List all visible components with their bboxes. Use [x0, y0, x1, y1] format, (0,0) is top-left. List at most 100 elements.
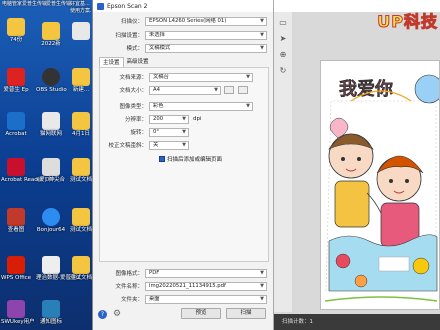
settings-label: 扫描设置： — [115, 33, 143, 39]
desktop-icon[interactable]: 2022新 — [36, 22, 66, 48]
desktop-icon[interactable]: 通知图标 — [36, 300, 66, 326]
folder-icon — [72, 256, 90, 274]
desktop-icon-label: WPS Office — [1, 275, 32, 281]
tab-main[interactable]: 主设置 — [99, 57, 124, 67]
desktop-icon-label: 理治数据-爱普生2 — [36, 275, 80, 281]
desktop-icon-label: OBS Studio — [36, 87, 67, 93]
app-icon — [72, 22, 90, 40]
app-icon — [7, 300, 25, 318]
rotate-value: 0° — [153, 128, 160, 135]
chevron-down-icon: ▼ — [260, 269, 264, 276]
top-label: 电脑管家 — [2, 1, 23, 7]
desktop-icon[interactable]: 猫网联网 — [36, 112, 66, 138]
image-type-label: 图像类型： — [119, 104, 147, 110]
resolution-label: 分辨率： — [124, 117, 147, 123]
status-bar: 扫描计数：1 — [274, 314, 440, 330]
skew-value: 关 — [153, 141, 159, 148]
resolution-row: 分辨率： 200 ▼ dpi — [93, 114, 275, 124]
desktop-icon[interactable]: Acrobat — [1, 112, 31, 138]
image-type-select[interactable]: 彩色 ▼ — [149, 101, 253, 111]
folder-icon — [72, 68, 90, 86]
window-title: Epson Scan 2 — [107, 2, 148, 10]
chevron-down-icon: ▼ — [260, 295, 264, 302]
desktop-icon[interactable]: WPS Office — [1, 256, 31, 282]
wps-icon — [7, 256, 25, 274]
desktop-icon[interactable]: OBS Studio — [36, 68, 67, 94]
size-select[interactable]: A4 ▼ — [149, 85, 221, 95]
folder-row: 文件夹： 桌面 ▼ — [93, 294, 275, 304]
filename-value: img20220521_11134915.pdf — [149, 282, 226, 289]
desktop-icon-label: 74份 — [9, 37, 23, 43]
source-value: 文稿台 — [153, 73, 169, 80]
skew-select[interactable]: 关 ▼ — [149, 140, 189, 150]
desktop-icon[interactable]: Bonjour64 — [36, 208, 66, 234]
mode-select[interactable]: 文稿模式 ▼ — [145, 43, 267, 53]
source-select[interactable]: 文稿台 ▼ — [149, 72, 253, 82]
epson-scan-window: Epson Scan 2 扫描仪： EPSON L4260 Series(网络 … — [92, 0, 274, 330]
preview-pane: ▭ ➤ ⊕ ↻ 我爱你 UP科技 扫描计数：1 — [274, 0, 440, 330]
marquee-icon[interactable]: ▭ — [278, 18, 288, 28]
desktop-icon[interactable]: 理治数据-爱普生2 — [36, 256, 80, 282]
desktop-icon-label: 猫网联网 — [39, 131, 62, 137]
epson-app-icon — [97, 2, 104, 10]
chevron-down-icon: ▼ — [214, 86, 218, 93]
desktop-icon-label: 查看图 — [7, 227, 25, 233]
mode-value: 文稿模式 — [149, 44, 171, 51]
add-edit-checkbox[interactable] — [159, 156, 165, 162]
custom-size-icon[interactable] — [238, 86, 248, 94]
chevron-down-icon: ▼ — [182, 115, 186, 122]
orientation-icon[interactable] — [224, 86, 234, 94]
app-icon — [7, 68, 25, 86]
chevron-down-icon: ▼ — [260, 31, 264, 38]
main-settings-panel — [99, 67, 269, 262]
desktop-icon-label: 爱普生 Ep — [3, 87, 29, 93]
filename-row: 文件名称： img20220521_11134915.pdf ▼ — [93, 281, 275, 291]
chevron-down-icon: ▼ — [260, 282, 264, 289]
file-icon — [42, 256, 60, 274]
rotate-select[interactable]: 0° ▼ — [149, 127, 189, 137]
scanner-select[interactable]: EPSON L4260 Series(网络 01) ▼ — [145, 16, 267, 26]
format-select[interactable]: PDF ▼ — [145, 268, 267, 278]
desktop-icon[interactable]: 爱普生 Ep — [1, 68, 31, 94]
image-type-value: 彩色 — [153, 102, 164, 109]
desktop-icon[interactable]: SWUkey用户 — [1, 300, 35, 326]
desktop-icon[interactable]: 查看图 — [1, 208, 31, 234]
desktop-icon-label: SWUkey用户 — [1, 319, 35, 325]
help-icon[interactable]: ? — [98, 310, 107, 319]
settings-value: 未选择 — [149, 31, 165, 38]
desktop-icon[interactable]: Acrobat Reader DC — [1, 158, 53, 184]
folder-icon — [72, 112, 90, 130]
desktop-icon-label: 通知图标 — [39, 319, 62, 325]
top-label: 爱普生传输 — [22, 1, 48, 7]
resolution-unit: dpi — [193, 116, 202, 122]
app-icon — [7, 112, 25, 130]
source-row: 文档来源： 文稿台 ▼ — [93, 72, 275, 82]
filename-label: 文件名称： — [115, 284, 143, 290]
preview-button[interactable]: 预览 — [181, 308, 221, 319]
folder-icon — [72, 158, 90, 176]
gear-icon[interactable]: ⚙ — [113, 309, 121, 319]
rotate-row: 旋转： 0° ▼ — [93, 127, 275, 137]
format-value: PDF — [149, 269, 160, 276]
top-label: 好宜基... — [70, 1, 90, 7]
folder-select[interactable]: 桌面 ▼ — [145, 294, 267, 304]
tab-advanced[interactable]: 高级设置 — [124, 57, 152, 67]
title-bar[interactable]: Epson Scan 2 — [93, 0, 273, 12]
rotate-icon[interactable]: ↻ — [278, 66, 288, 76]
desktop-icon[interactable]: 74份 — [1, 18, 31, 44]
folder-icon — [7, 18, 25, 36]
desktop-icon-label: Bonjour64 — [36, 227, 66, 233]
desktop-icon[interactable]: (爱) 神尖合 — [36, 158, 66, 184]
settings-select[interactable]: 未选择 ▼ — [145, 30, 267, 40]
scan-button[interactable]: 扫描 — [226, 308, 266, 319]
scanned-page-preview[interactable]: 我爱你 — [320, 60, 440, 310]
pointer-icon[interactable]: ➤ — [278, 34, 288, 44]
filename-select[interactable]: img20220521_11134915.pdf ▼ — [145, 281, 267, 291]
resolution-select[interactable]: 200 ▼ — [149, 114, 189, 124]
zoom-icon[interactable]: ⊕ — [278, 50, 288, 60]
resolution-value: 200 — [153, 115, 164, 122]
settings-row: 扫描设置： 未选择 ▼ — [93, 30, 275, 40]
file-icon — [42, 112, 60, 130]
chevron-down-icon: ▼ — [260, 17, 264, 24]
chevron-down-icon: ▼ — [246, 102, 250, 109]
